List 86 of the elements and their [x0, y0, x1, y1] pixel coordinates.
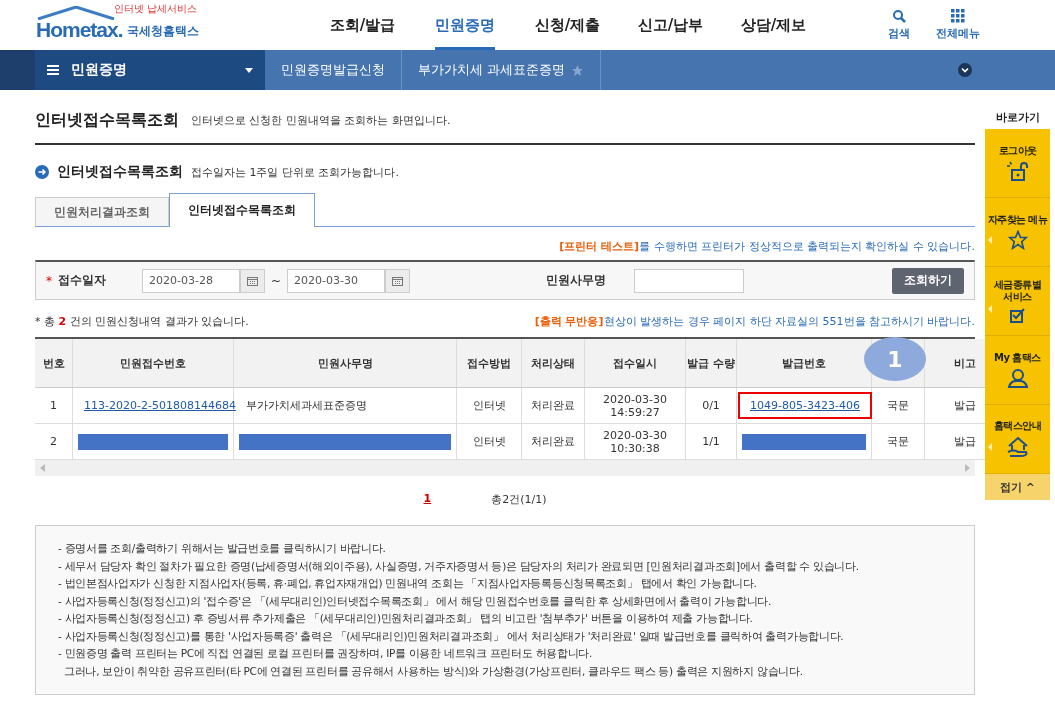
result-summary: * 총 2 건의 민원신청내역 결과가 있습니다.: [35, 314, 249, 329]
quick-links-title: 바로가기: [995, 110, 1040, 125]
table-cell: 1/1: [685, 423, 737, 460]
breadcrumb[interactable]: 민원증명발급신청: [265, 50, 402, 90]
service-name-label: 민원사무명: [546, 272, 608, 289]
expand-icon[interactable]: [958, 63, 972, 77]
tool-label[interactable]: 검색: [888, 26, 910, 41]
section-note: 접수일자는 1주일 단위로 조회가능합니다.: [191, 164, 399, 180]
column-header: 발급 수량: [685, 339, 737, 388]
table-cell: 2020-03-30 14:59:27: [584, 387, 686, 424]
date-label: 접수일자: [58, 272, 107, 289]
table-cell: 2020-03-30 10:30:38: [584, 423, 686, 460]
calendar-button[interactable]: [385, 268, 411, 293]
logo-name: 국세청홈택스: [126, 23, 199, 40]
menu-grid-icon[interactable]: [951, 9, 965, 23]
column-header: 번호: [35, 339, 73, 388]
quick-link[interactable]: My 홈택스: [985, 336, 1050, 405]
calendar-icon: [247, 275, 258, 286]
column-header: 발급번호: [736, 339, 872, 388]
note-line: - 법인본점사업자가 신청한 지점사업자(등록, 휴·폐업, 휴업자재개업) 민원내역 조회는 「지점사업자등록등신청목록조회」 탭에서 확인 가능합니다.: [58, 576, 758, 591]
menu-tab[interactable]: 상담/제보: [722, 0, 825, 50]
table-cell: 2: [35, 423, 73, 460]
table-cell: 0/1: [685, 387, 737, 424]
tab[interactable]: 민원처리결과조회: [35, 197, 169, 227]
breadcrumb[interactable]: 부가가치세 과세표준증명: [402, 50, 602, 90]
calendar-button[interactable]: [240, 268, 265, 293]
output-notice: [출력 무반응]현상이 발생하는 경우 페이지 하단 자료실의 551번을 참고하시기 바랍니다.: [534, 314, 975, 329]
date-from-field[interactable]: 2020-03-28: [142, 268, 240, 293]
person-icon: [1006, 368, 1029, 388]
menu-tab[interactable]: 신고/납부: [619, 0, 722, 50]
collapse-button[interactable]: 접기 ^: [985, 474, 1050, 500]
printer-notice: [프린터 테스트]를 수행하면 프린터가 정상적으로 출력되는지 확인하실 수 있습니다.: [558, 239, 975, 254]
table-cell: 1: [35, 387, 73, 424]
table-cell: 처리완료: [521, 423, 585, 460]
service-name-field[interactable]: [634, 268, 745, 293]
table-cell: 국문: [871, 387, 925, 424]
caret-icon: [245, 67, 253, 73]
note-line: - 증명서를 조회/출력하기 위해서는 발급번호를 클릭하시기 바랍니다.: [58, 541, 387, 556]
section-title: 인터넷접수목록조회: [57, 163, 183, 181]
note-line: - 사업자등록신청(정정신고)를 통한 '사업자등록증' 출력은 「(세무대리인)민원처리결과조회」 에서 처리상태가 '처리완료' 일때 발급번호를 클릭하여 출력가능합니다.: [58, 628, 845, 644]
table-cell: 국문: [871, 423, 925, 460]
note-line: - 사업자등록신청(정정신고)의 '접수증'은 「(세무대리인)인터넷접수목록조회」 에서 해당 민원접수번호를 클릭한 후 상세화면에서 출력이 가능합니다.: [58, 593, 772, 609]
menu-icon: [47, 65, 59, 75]
search-icon[interactable]: [892, 9, 906, 23]
range-separator: ~: [271, 273, 282, 288]
table-cell: 처리완료: [521, 387, 585, 424]
note-line: - 세무서 담당자 확인 절차가 필요한 증명(납세증명서(해외이주용), 사실증명, 거주자증명서 등)은 담당자의 처리가 완료되면 [민원처리결과조회]에서 출력할 수 있습니다.: [58, 558, 860, 574]
page-title: 인터넷접수목록조회: [35, 110, 179, 131]
column-header: 접수일시: [584, 339, 686, 388]
house-hand-icon: [1005, 436, 1030, 458]
table-cell: 인터넷: [456, 423, 522, 460]
checkbox-icon: [1009, 307, 1026, 323]
quick-link[interactable]: 로그아웃: [985, 129, 1050, 198]
quick-link[interactable]: 세금종류별 서비스: [985, 267, 1050, 336]
section-dropdown[interactable]: 민원증명: [35, 50, 265, 90]
search-button[interactable]: 조회하기: [892, 267, 964, 294]
expand-arrow-icon: [988, 443, 992, 451]
column-header: 접수방법: [456, 339, 522, 388]
table-cell: 인터넷: [456, 387, 522, 424]
expand-arrow-icon: [988, 236, 992, 244]
menu-tab[interactable]: 신청/제출: [516, 0, 619, 50]
logo-wordmark[interactable]: Hometax.: [36, 19, 123, 40]
number-link[interactable]: 1049-805-3423-406: [738, 392, 872, 419]
page-link[interactable]: 1: [423, 492, 432, 507]
expand-arrow-icon: [988, 305, 992, 313]
arrow-circle-icon: [35, 165, 49, 179]
quick-link[interactable]: 자주찾는 메뉴: [985, 198, 1050, 267]
note-line: 그러나, 보안이 취약한 공유프린터(타 PC에 연결된 프린터를 공유해서 사용하는 방식)와 가상환경(가상프린터, 클라우드 팩스 등) 출력은 지원하지 않습니다.: [63, 663, 804, 679]
column-header: 처리상태: [521, 339, 585, 388]
star-icon[interactable]: [571, 63, 585, 77]
tab[interactable]: 인터넷접수목록조회: [169, 193, 315, 227]
required-mark: *: [46, 273, 52, 288]
calendar-icon: [392, 275, 404, 286]
note-line: - 사업자등록신청(정정신고) 후 증빙서류 추가제출은 「(세무대리인)민원처리결과조회」 탭의 비고란 '첨부추가' 버튼을 이용하여 제출 가능합니다.: [58, 611, 754, 626]
tool-label[interactable]: 전체메뉴: [936, 26, 980, 41]
logo-tagline: 인터넷 납세서비스: [114, 2, 198, 16]
note-line: - 민원증명 출력 프린터는 PC에 직접 연결된 로컬 프린터를 권장하며, IP를 이용한 네트워크 프린터도 허용합니다.: [58, 646, 594, 661]
star-icon: [1007, 230, 1028, 250]
unlock-icon: [1005, 161, 1030, 181]
menu-tab[interactable]: 조회/발급: [311, 0, 414, 50]
column-header: 민원사무명: [233, 339, 457, 388]
total-count: 총2건(1/1): [491, 492, 547, 507]
page-subtitle: 인터넷으로 신청한 민원내역을 조회하는 화면입니다.: [191, 113, 451, 128]
column-header: 민원접수번호: [72, 339, 234, 388]
callout-marker: 1: [864, 337, 926, 381]
date-to-field[interactable]: 2020-03-30: [287, 268, 386, 293]
